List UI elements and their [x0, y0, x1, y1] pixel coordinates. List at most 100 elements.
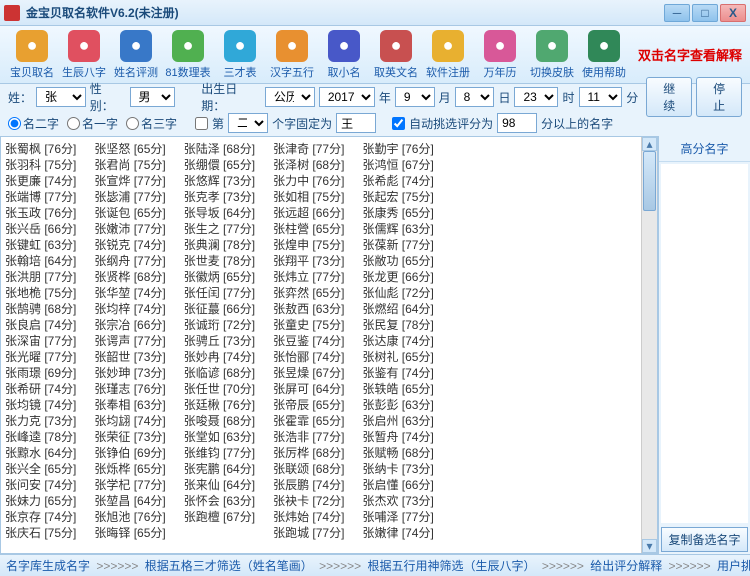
toolbar-3[interactable]: ●81数理表: [162, 28, 214, 82]
name-item[interactable]: 张徽炳 [65分]: [184, 269, 255, 285]
name-item[interactable]: 张煌申 [75分]: [273, 237, 344, 253]
name-item[interactable]: 张韶世 [73分]: [94, 349, 165, 365]
name-item[interactable]: 张地桅 [75分]: [5, 285, 76, 301]
name-item[interactable]: 张启州 [63分]: [362, 413, 433, 429]
name-item[interactable]: 张仙彪 [72分]: [362, 285, 433, 301]
year-select[interactable]: 2017: [319, 87, 375, 107]
name-item[interactable]: 张纲舟 [77分]: [94, 253, 165, 269]
name-item[interactable]: 张庆石 [75分]: [5, 525, 76, 541]
name-item[interactable]: 张跑城 [77分]: [273, 525, 344, 541]
name-item[interactable]: 张联颂 [68分]: [273, 461, 344, 477]
name-item[interactable]: 张力中 [76分]: [273, 173, 344, 189]
name-item[interactable]: 张葆新 [77分]: [362, 237, 433, 253]
name-item[interactable]: 张任世 [70分]: [184, 381, 255, 397]
name-item[interactable]: 张堃昌 [64分]: [94, 493, 165, 509]
toolbar-2[interactable]: ●姓名评测: [110, 28, 162, 82]
name-item[interactable]: 张翰培 [64分]: [5, 253, 76, 269]
name-item[interactable]: 张希彪 [74分]: [362, 173, 433, 189]
name-item[interactable]: 张嫩沛 [77分]: [94, 221, 165, 237]
name-item[interactable]: 张锐克 [74分]: [94, 237, 165, 253]
name-item[interactable]: 张宣烨 [77分]: [94, 173, 165, 189]
name-item[interactable]: 张厉桦 [68分]: [273, 445, 344, 461]
name-item[interactable]: 张悠辉 [73分]: [184, 173, 255, 189]
name-item[interactable]: 张鹄骋 [68分]: [5, 301, 76, 317]
scroll-thumb[interactable]: [643, 151, 656, 211]
stop-button[interactable]: 停止: [696, 77, 742, 117]
name-item[interactable]: 张柱營 [65分]: [273, 221, 344, 237]
name-item[interactable]: 张唆聂 [68分]: [184, 413, 255, 429]
name-item[interactable]: 张昱燥 [67分]: [273, 365, 344, 381]
name-item[interactable]: 张良启 [74分]: [5, 317, 76, 333]
name-item[interactable]: 张儒辉 [63分]: [362, 221, 433, 237]
name-item[interactable]: 张克孝 [73分]: [184, 189, 255, 205]
name-item[interactable]: 张彭彭 [63分]: [362, 397, 433, 413]
name-item[interactable]: 张怀会 [63分]: [184, 493, 255, 509]
name-item[interactable]: 张蜀枫 [76分]: [5, 141, 76, 157]
name-item[interactable]: 张均翃 [74分]: [94, 413, 165, 429]
name-item[interactable]: 张翔平 [73分]: [273, 253, 344, 269]
name-item[interactable]: 张妙冉 [74分]: [184, 349, 255, 365]
name-item[interactable]: 张兴全 [65分]: [5, 461, 76, 477]
name-item[interactable]: 张宪鹏 [64分]: [184, 461, 255, 477]
name-item[interactable]: 张贤桦 [68分]: [94, 269, 165, 285]
name-item[interactable]: 张启懂 [66分]: [362, 477, 433, 493]
name-item[interactable]: 张炜立 [77分]: [273, 269, 344, 285]
radio-2char[interactable]: 名二字: [8, 115, 59, 132]
name-item[interactable]: 张峰逵 [78分]: [5, 429, 76, 445]
name-item[interactable]: 张兴岳 [66分]: [5, 221, 76, 237]
name-item[interactable]: 张敖西 [63分]: [273, 301, 344, 317]
hour-select[interactable]: 23: [514, 87, 558, 107]
name-item[interactable]: 张达康 [74分]: [362, 333, 433, 349]
name-item[interactable]: 张力克 [73分]: [5, 413, 76, 429]
name-item[interactable]: 张均镜 [74分]: [5, 397, 76, 413]
fix-char-input[interactable]: [336, 113, 376, 133]
name-item[interactable]: 张瑾志 [76分]: [94, 381, 165, 397]
name-item[interactable]: 张临谚 [68分]: [184, 365, 255, 381]
toolbar-1[interactable]: ●生辰八字: [58, 28, 110, 82]
name-item[interactable]: 张诞包 [65分]: [94, 205, 165, 221]
toolbar-9[interactable]: ●万年历: [474, 28, 526, 82]
name-item[interactable]: 张坚怒 [65分]: [94, 141, 165, 157]
name-item[interactable]: 张屏可 [64分]: [273, 381, 344, 397]
name-item[interactable]: 张更廉 [74分]: [5, 173, 76, 189]
continue-button[interactable]: 继续: [646, 77, 692, 117]
name-item[interactable]: 张洪朋 [77分]: [5, 269, 76, 285]
name-item[interactable]: 张旭池 [76分]: [94, 509, 165, 525]
name-item[interactable]: 张树礼 [65分]: [362, 349, 433, 365]
name-item[interactable]: 张华堃 [74分]: [94, 285, 165, 301]
name-item[interactable]: 张妹力 [65分]: [5, 493, 76, 509]
name-item[interactable]: 张纳卡 [73分]: [362, 461, 433, 477]
name-item[interactable]: 张龙更 [66分]: [362, 269, 433, 285]
name-item[interactable]: 张跑檀 [67分]: [184, 509, 255, 525]
name-item[interactable]: 张诚珩 [72分]: [184, 317, 255, 333]
name-item[interactable]: 张民复 [78分]: [362, 317, 433, 333]
radio-1char[interactable]: 名一字: [67, 115, 118, 132]
toolbar-5[interactable]: ●汉字五行: [266, 28, 318, 82]
minimize-button[interactable]: ─: [664, 4, 690, 22]
name-item[interactable]: 张生之 [77分]: [184, 221, 255, 237]
scrollbar[interactable]: ▴ ▾: [641, 137, 657, 553]
name-item[interactable]: 张远超 [66分]: [273, 205, 344, 221]
maximize-button[interactable]: □: [692, 4, 718, 22]
name-item[interactable]: 张光曜 [77分]: [5, 349, 76, 365]
name-item[interactable]: 张京存 [74分]: [5, 509, 76, 525]
name-item[interactable]: 张问安 [74分]: [5, 477, 76, 493]
sex-select[interactable]: 男: [130, 87, 176, 107]
name-item[interactable]: 张铮伯 [69分]: [94, 445, 165, 461]
name-item[interactable]: 张维钧 [77分]: [184, 445, 255, 461]
name-item[interactable]: 张奉相 [63分]: [94, 397, 165, 413]
name-item[interactable]: 张廷楸 [76分]: [184, 397, 255, 413]
name-item[interactable]: 张君尚 [75分]: [94, 157, 165, 173]
name-item[interactable]: 张袂卡 [72分]: [273, 493, 344, 509]
name-item[interactable]: 张暂舟 [74分]: [362, 429, 433, 445]
radio-3char[interactable]: 名三字: [126, 115, 177, 132]
name-item[interactable]: 张陆泽 [68分]: [184, 141, 255, 157]
name-item[interactable]: 张希研 [74分]: [5, 381, 76, 397]
name-item[interactable]: 张怡郦 [74分]: [273, 349, 344, 365]
name-item[interactable]: 张黥水 [64分]: [5, 445, 76, 461]
name-item[interactable]: 张羽科 [75分]: [5, 157, 76, 173]
toolbar-11[interactable]: ●使用帮助: [578, 28, 630, 82]
month-select[interactable]: 9: [395, 87, 435, 107]
name-item[interactable]: 张骋丘 [73分]: [184, 333, 255, 349]
fix-pos-select[interactable]: 二: [228, 113, 268, 133]
